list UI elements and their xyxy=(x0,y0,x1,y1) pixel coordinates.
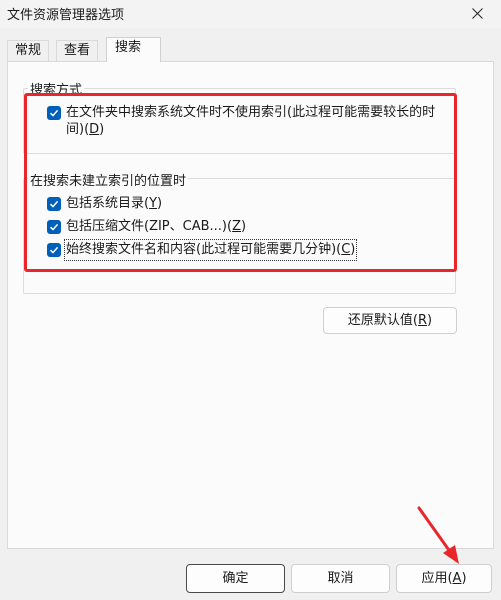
button-text: ) xyxy=(461,571,467,586)
button-text: ) xyxy=(427,313,433,328)
search-method-title: 搜索方式 xyxy=(28,79,85,98)
button-text: 应用( xyxy=(421,571,453,586)
search-contents-checkbox[interactable] xyxy=(47,243,61,257)
tab-view[interactable]: 查看 xyxy=(56,40,99,61)
ok-button[interactable]: 确定 xyxy=(186,564,285,593)
system-dirs-label[interactable]: 包括系统目录(Y) xyxy=(66,195,162,213)
close-button[interactable] xyxy=(455,0,501,28)
label-text: ) xyxy=(99,122,105,137)
compressed-files-checkbox[interactable] xyxy=(47,220,61,234)
unindexed-title: 在搜索未建立索引的位置时 xyxy=(28,170,189,189)
label-text: 始终搜索文件名和内容(此过程可能需要几分钟)( xyxy=(66,242,342,257)
access-key: D xyxy=(89,122,100,137)
label-text: 包括压缩文件(ZIP、CAB...)( xyxy=(66,219,233,234)
access-key: C xyxy=(341,242,351,257)
checkmark-icon xyxy=(49,223,59,231)
compressed-files-label[interactable]: 包括压缩文件(ZIP、CAB...)(Z) xyxy=(66,218,246,236)
checkmark-icon xyxy=(49,109,59,117)
system-dirs-checkbox[interactable] xyxy=(47,197,61,211)
tab-general[interactable]: 常规 xyxy=(7,40,50,61)
search-contents-label[interactable]: 始终搜索文件名和内容(此过程可能需要几分钟)(C) xyxy=(63,239,358,261)
label-text: ) xyxy=(241,219,247,234)
cancel-button[interactable]: 取消 xyxy=(291,564,390,593)
apply-button[interactable]: 应用(A) xyxy=(396,564,492,593)
close-icon xyxy=(472,8,483,19)
access-key: Z xyxy=(232,219,241,234)
checkmark-icon xyxy=(49,246,59,254)
no-index-label-line2[interactable]: 间)(D) xyxy=(66,121,104,139)
restore-defaults-button[interactable]: 还原默认值(R) xyxy=(323,307,457,334)
label-text: 包括系统目录( xyxy=(66,196,150,211)
label-text: ) xyxy=(350,242,356,257)
button-text: 还原默认值( xyxy=(347,313,418,328)
tab-search[interactable]: 搜索 xyxy=(106,37,161,62)
no-index-checkbox[interactable] xyxy=(47,106,61,120)
label-text: 间)( xyxy=(66,122,90,137)
title-bar: 文件资源管理器选项 xyxy=(0,0,501,28)
access-key: R xyxy=(417,313,428,328)
label-text: ) xyxy=(157,196,163,211)
access-key: Y xyxy=(149,196,158,211)
no-index-label-line1[interactable]: 在文件夹中搜索系统文件时不使用索引(此过程可能需要较长的时 xyxy=(66,104,435,122)
checkmark-icon xyxy=(49,200,59,208)
window-title: 文件资源管理器选项 xyxy=(7,8,125,23)
